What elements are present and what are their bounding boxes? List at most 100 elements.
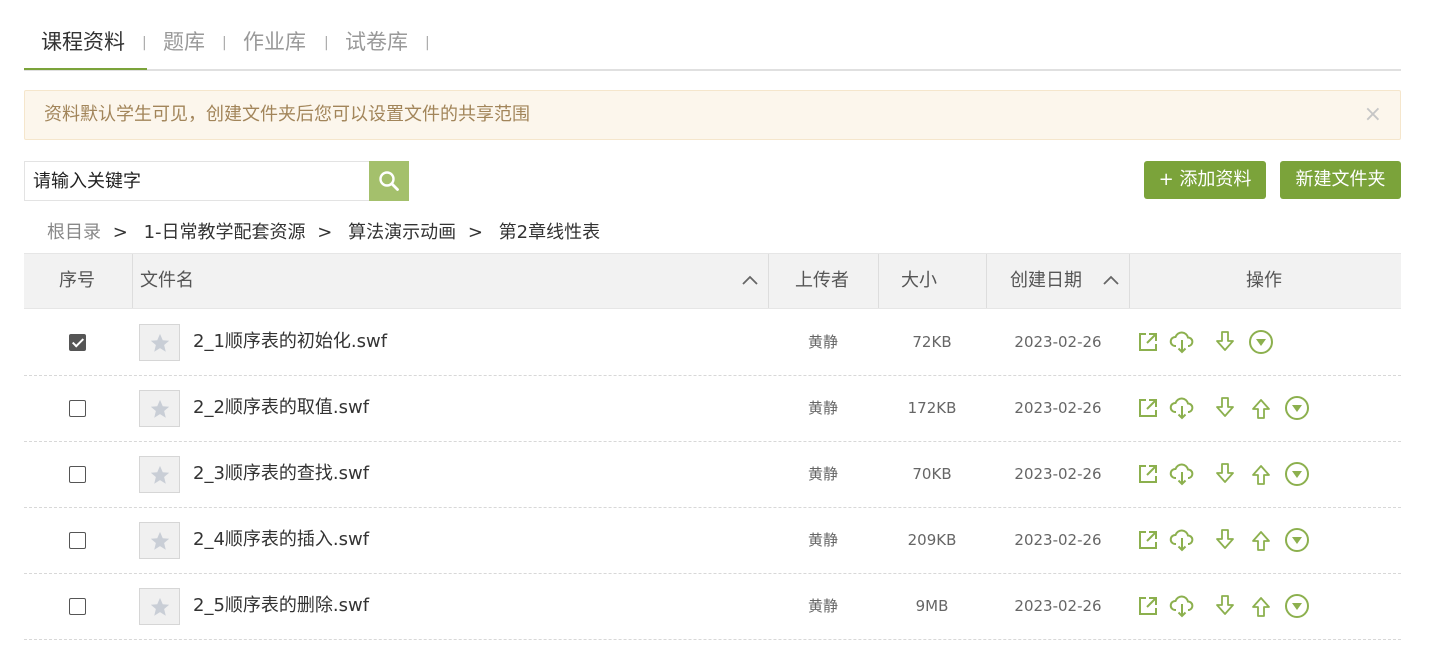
close-icon[interactable]: ×	[1364, 101, 1382, 129]
table-row: 2_4顺序表的插入.swf 黄静 209KB 2023-02-26	[24, 508, 1401, 574]
open-external-icon[interactable]	[1135, 461, 1161, 487]
sort-chevron-up-icon[interactable]	[1102, 274, 1120, 286]
move-down-arrow-icon[interactable]	[1212, 593, 1238, 619]
created-date: 2023-02-26	[1014, 597, 1102, 615]
more-options-icon[interactable]	[1284, 593, 1310, 619]
move-up-arrow-icon[interactable]	[1248, 395, 1274, 421]
header-file-name[interactable]: 文件名	[140, 254, 194, 308]
breadcrumb-current: 第2章线性表	[498, 222, 601, 243]
cloud-download-icon[interactable]	[1169, 527, 1195, 553]
tab-separator: |	[222, 35, 227, 51]
file-size: 72KB	[912, 333, 952, 351]
header-uploader: 上传者	[795, 270, 849, 291]
file-name[interactable]: 2_4顺序表的插入.swf	[193, 527, 369, 553]
created-date: 2023-02-26	[1014, 465, 1102, 483]
row-checkbox[interactable]	[69, 334, 86, 351]
move-up-arrow-icon[interactable]	[1248, 527, 1274, 553]
more-options-icon[interactable]	[1284, 461, 1310, 487]
file-size: 70KB	[912, 465, 952, 483]
more-options-icon[interactable]	[1284, 527, 1310, 553]
created-date: 2023-02-26	[1014, 333, 1102, 351]
breadcrumb-item[interactable]: 算法演示动画	[348, 222, 456, 243]
file-thumbnail	[139, 390, 180, 427]
header-index: 序号	[59, 270, 95, 291]
more-options-icon[interactable]	[1248, 329, 1274, 355]
uploader-name: 黄静	[807, 399, 838, 417]
tab-question-bank[interactable]: 题库	[163, 28, 205, 56]
star-icon	[150, 333, 170, 352]
file-name[interactable]: 2_1顺序表的初始化.swf	[193, 329, 387, 355]
breadcrumb-item[interactable]: 1-日常教学配套资源	[144, 222, 306, 243]
move-down-arrow-icon[interactable]	[1212, 461, 1238, 487]
breadcrumb-separator: >	[317, 222, 333, 243]
move-down-arrow-icon[interactable]	[1212, 527, 1238, 553]
file-size: 9MB	[915, 597, 949, 615]
search-button[interactable]	[369, 161, 409, 201]
table-row: 2_2顺序表的取值.swf 黄静 172KB 2023-02-26	[24, 376, 1401, 442]
active-tab-underline	[24, 68, 147, 70]
open-external-icon[interactable]	[1135, 593, 1161, 619]
file-thumbnail	[139, 324, 180, 361]
search-input[interactable]	[24, 161, 370, 201]
notice-text: 资料默认学生可见，创建文件夹后您可以设置文件的共享范围	[44, 104, 530, 125]
cloud-download-icon[interactable]	[1169, 395, 1195, 421]
header-size: 大小	[901, 270, 937, 291]
table-row: 2_3顺序表的查找.swf 黄静 70KB 2023-02-26	[24, 442, 1401, 508]
tab-bar: 课程资料 | 题库 | 作业库 | 试卷库 |	[24, 0, 1401, 71]
file-thumbnail	[139, 522, 180, 559]
star-icon	[150, 531, 170, 550]
cloud-download-icon[interactable]	[1169, 329, 1195, 355]
tab-separator: |	[142, 35, 147, 51]
file-name[interactable]: 2_3顺序表的查找.swf	[193, 461, 369, 487]
more-options-icon[interactable]	[1284, 395, 1310, 421]
cloud-download-icon[interactable]	[1169, 593, 1195, 619]
table-row: 2_1顺序表的初始化.swf 黄静 72KB 2023-02-26	[24, 310, 1401, 376]
file-size: 172KB	[907, 399, 957, 417]
notice-banner: 资料默认学生可见，创建文件夹后您可以设置文件的共享范围 ×	[24, 90, 1401, 140]
tab-separator: |	[324, 35, 329, 51]
star-icon	[150, 399, 170, 418]
file-size: 209KB	[907, 531, 957, 549]
star-icon	[150, 465, 170, 484]
tab-separator: |	[425, 35, 430, 51]
open-external-icon[interactable]	[1135, 329, 1161, 355]
sort-chevron-up-icon[interactable]	[741, 274, 759, 286]
header-created-date[interactable]: 创建日期	[1010, 254, 1082, 308]
move-up-arrow-icon[interactable]	[1248, 461, 1274, 487]
uploader-name: 黄静	[807, 333, 838, 351]
cloud-download-icon[interactable]	[1169, 461, 1195, 487]
row-checkbox[interactable]	[69, 400, 86, 417]
file-thumbnail	[139, 588, 180, 625]
header-actions: 操作	[1246, 270, 1282, 291]
move-up-arrow-icon[interactable]	[1248, 593, 1274, 619]
search-bar	[24, 161, 409, 201]
add-material-button[interactable]: + 添加资料	[1144, 161, 1266, 199]
table-row: 2_5顺序表的删除.swf 黄静 9MB 2023-02-26	[24, 574, 1401, 640]
created-date: 2023-02-26	[1014, 531, 1102, 549]
tab-exam-bank[interactable]: 试卷库	[345, 28, 408, 56]
search-icon	[379, 171, 399, 191]
new-folder-button[interactable]: 新建文件夹	[1280, 161, 1401, 199]
star-icon	[150, 597, 170, 616]
uploader-name: 黄静	[807, 531, 838, 549]
file-name[interactable]: 2_5顺序表的删除.swf	[193, 593, 369, 619]
open-external-icon[interactable]	[1135, 527, 1161, 553]
file-thumbnail	[139, 456, 180, 493]
open-external-icon[interactable]	[1135, 395, 1161, 421]
breadcrumb: 根目录 > 1-日常教学配套资源 > 算法演示动画 > 第2章线性表	[47, 219, 600, 247]
breadcrumb-root[interactable]: 根目录	[47, 222, 101, 243]
row-checkbox[interactable]	[69, 532, 86, 549]
tab-course-materials[interactable]: 课程资料	[41, 28, 125, 56]
file-name[interactable]: 2_2顺序表的取值.swf	[193, 395, 369, 421]
move-down-arrow-icon[interactable]	[1212, 329, 1238, 355]
table-header: 序号 文件名 上传者 大小 创建日期 操作	[24, 253, 1401, 309]
move-down-arrow-icon[interactable]	[1212, 395, 1238, 421]
row-checkbox[interactable]	[69, 598, 86, 615]
tab-homework-bank[interactable]: 作业库	[243, 28, 306, 56]
breadcrumb-separator: >	[112, 222, 128, 243]
uploader-name: 黄静	[807, 597, 838, 615]
row-checkbox[interactable]	[69, 466, 86, 483]
breadcrumb-separator: >	[467, 222, 483, 243]
uploader-name: 黄静	[807, 465, 838, 483]
created-date: 2023-02-26	[1014, 399, 1102, 417]
